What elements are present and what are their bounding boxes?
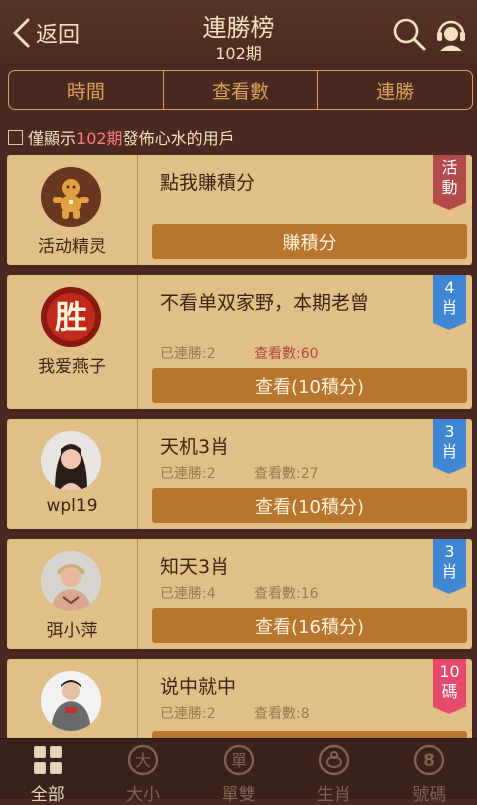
svg-text:胜: 胜 [55, 298, 87, 336]
list-item[interactable]: 说中就中 已連勝:2 查看數:8 10 碼 [7, 659, 472, 738]
single-char-icon: 單 [223, 744, 254, 776]
tab-streak[interactable]: 連勝 [317, 71, 472, 109]
filter-checkbox[interactable] [8, 129, 23, 145]
user-panel: 胜 我爱燕子 [7, 275, 138, 409]
avatar[interactable] [41, 671, 101, 731]
customer-service-icon[interactable] [433, 16, 469, 52]
nav-numbers[interactable]: 8 號碼 [382, 739, 477, 805]
post-title: 不看单双家野，本期老曾 [160, 292, 370, 314]
badge-line: 10 [439, 662, 460, 681]
streak-count: 已連勝:2 [160, 346, 216, 362]
post-title: 天机3肖 [160, 436, 230, 458]
filter-prefix: 僅顯示 [28, 129, 77, 148]
person-photo-icon [41, 671, 101, 731]
user-name: 弭小萍 [46, 621, 98, 641]
number-eight-icon: 8 [414, 744, 445, 776]
user-panel: 弭小萍 [7, 539, 138, 649]
avatar[interactable] [41, 551, 101, 611]
badge-line: 肖 [441, 442, 458, 461]
nav-label: 全部 [30, 785, 65, 805]
filter-period: 102期 [76, 129, 123, 148]
avatar[interactable] [41, 431, 101, 491]
nav-label: 號碼 [412, 785, 447, 805]
badge-line: 3 [444, 542, 455, 561]
svg-text:8: 8 [423, 751, 435, 771]
gingerbread-icon [41, 167, 101, 227]
list-item[interactable]: 弭小萍 知天3肖 已連勝:4 查看數:16 查看(16積分) 3 肖 [7, 539, 472, 649]
earn-points-button[interactable]: 賺積分 [152, 224, 467, 259]
user-panel: 活动精灵 [7, 155, 138, 265]
list-item[interactable]: 活动精灵 點我賺積分 賺積分 活 動 [7, 155, 472, 265]
category-badge: 活 動 [433, 155, 466, 210]
badge-line: 肖 [441, 298, 458, 317]
search-icon[interactable] [391, 16, 427, 52]
filter-current-period[interactable]: 僅顯示 102期 發佈心水的用戶 [8, 124, 235, 150]
man-photo-icon [41, 551, 101, 611]
category-badge: 4 肖 [433, 275, 466, 330]
badge-line: 4 [444, 278, 455, 297]
tab-views[interactable]: 查看數 [162, 71, 318, 109]
win-character-icon: 胜 [41, 287, 101, 347]
post-title: 點我賺積分 [160, 172, 256, 194]
badge-line: 肖 [441, 562, 458, 581]
badge-line: 活 [441, 158, 458, 177]
nav-label: 生肖 [316, 785, 351, 805]
streak-count: 已連勝:2 [160, 706, 216, 722]
nav-big-small[interactable]: 大 大小 [95, 739, 190, 805]
list-item[interactable]: 胜 我爱燕子 不看单双家野，本期老曾 已連勝:2 查看數:60 查看(10積分)… [7, 275, 472, 409]
zodiac-icon [318, 744, 350, 776]
bottom-nav: 全部 大 大小 單 單雙 生肖 8 號碼 [0, 738, 477, 805]
avatar[interactable]: 胜 [41, 287, 101, 347]
avatar[interactable] [41, 167, 101, 227]
tab-time[interactable]: 時間 [9, 71, 163, 109]
nav-odd-even[interactable]: 單 單雙 [191, 739, 286, 805]
badge-line: 碼 [441, 682, 458, 701]
category-badge: 3 肖 [433, 539, 466, 594]
view-button[interactable] [152, 731, 467, 738]
view-button[interactable]: 查看(10積分) [152, 368, 467, 403]
user-name: 活动精灵 [38, 237, 106, 257]
badge-line: 動 [441, 178, 458, 197]
filter-suffix: 發佈心水的用戶 [122, 129, 235, 148]
badge-line: 3 [444, 422, 455, 441]
streak-count: 已連勝:2 [160, 466, 216, 482]
woman-photo-icon [41, 431, 101, 491]
svg-text:大: 大 [135, 751, 151, 770]
view-button[interactable]: 查看(16積分) [152, 608, 467, 643]
user-panel [7, 659, 138, 738]
grid-icon [33, 746, 62, 774]
view-count: 查看數:27 [254, 466, 319, 482]
view-count: 查看數:8 [254, 706, 310, 722]
nav-zodiac[interactable]: 生肖 [286, 739, 381, 805]
view-button[interactable]: 查看(10積分) [152, 488, 467, 523]
view-count: 查看數:16 [254, 586, 319, 602]
top-bar: 返回 連勝榜 102期 [0, 0, 477, 66]
post-title: 知天3肖 [160, 556, 230, 578]
streak-count: 已連勝:4 [160, 586, 216, 602]
user-name: 我爱燕子 [38, 357, 106, 377]
nav-label: 單雙 [221, 785, 256, 805]
svg-text:單: 單 [231, 751, 247, 770]
post-title: 说中就中 [160, 676, 237, 698]
nav-label: 大小 [126, 785, 161, 805]
view-count: 查看數:60 [254, 346, 319, 362]
category-badge: 3 肖 [433, 419, 466, 474]
sort-tabs: 時間 查看數 連勝 [8, 70, 473, 110]
big-char-icon: 大 [127, 744, 159, 776]
nav-all[interactable]: 全部 [0, 739, 95, 805]
list-item[interactable]: wpl19 天机3肖 已連勝:2 查看數:27 查看(10積分) 3 肖 [7, 419, 472, 529]
category-badge: 10 碼 [433, 659, 466, 714]
user-name: wpl19 [46, 496, 98, 516]
user-panel: wpl19 [7, 419, 138, 529]
